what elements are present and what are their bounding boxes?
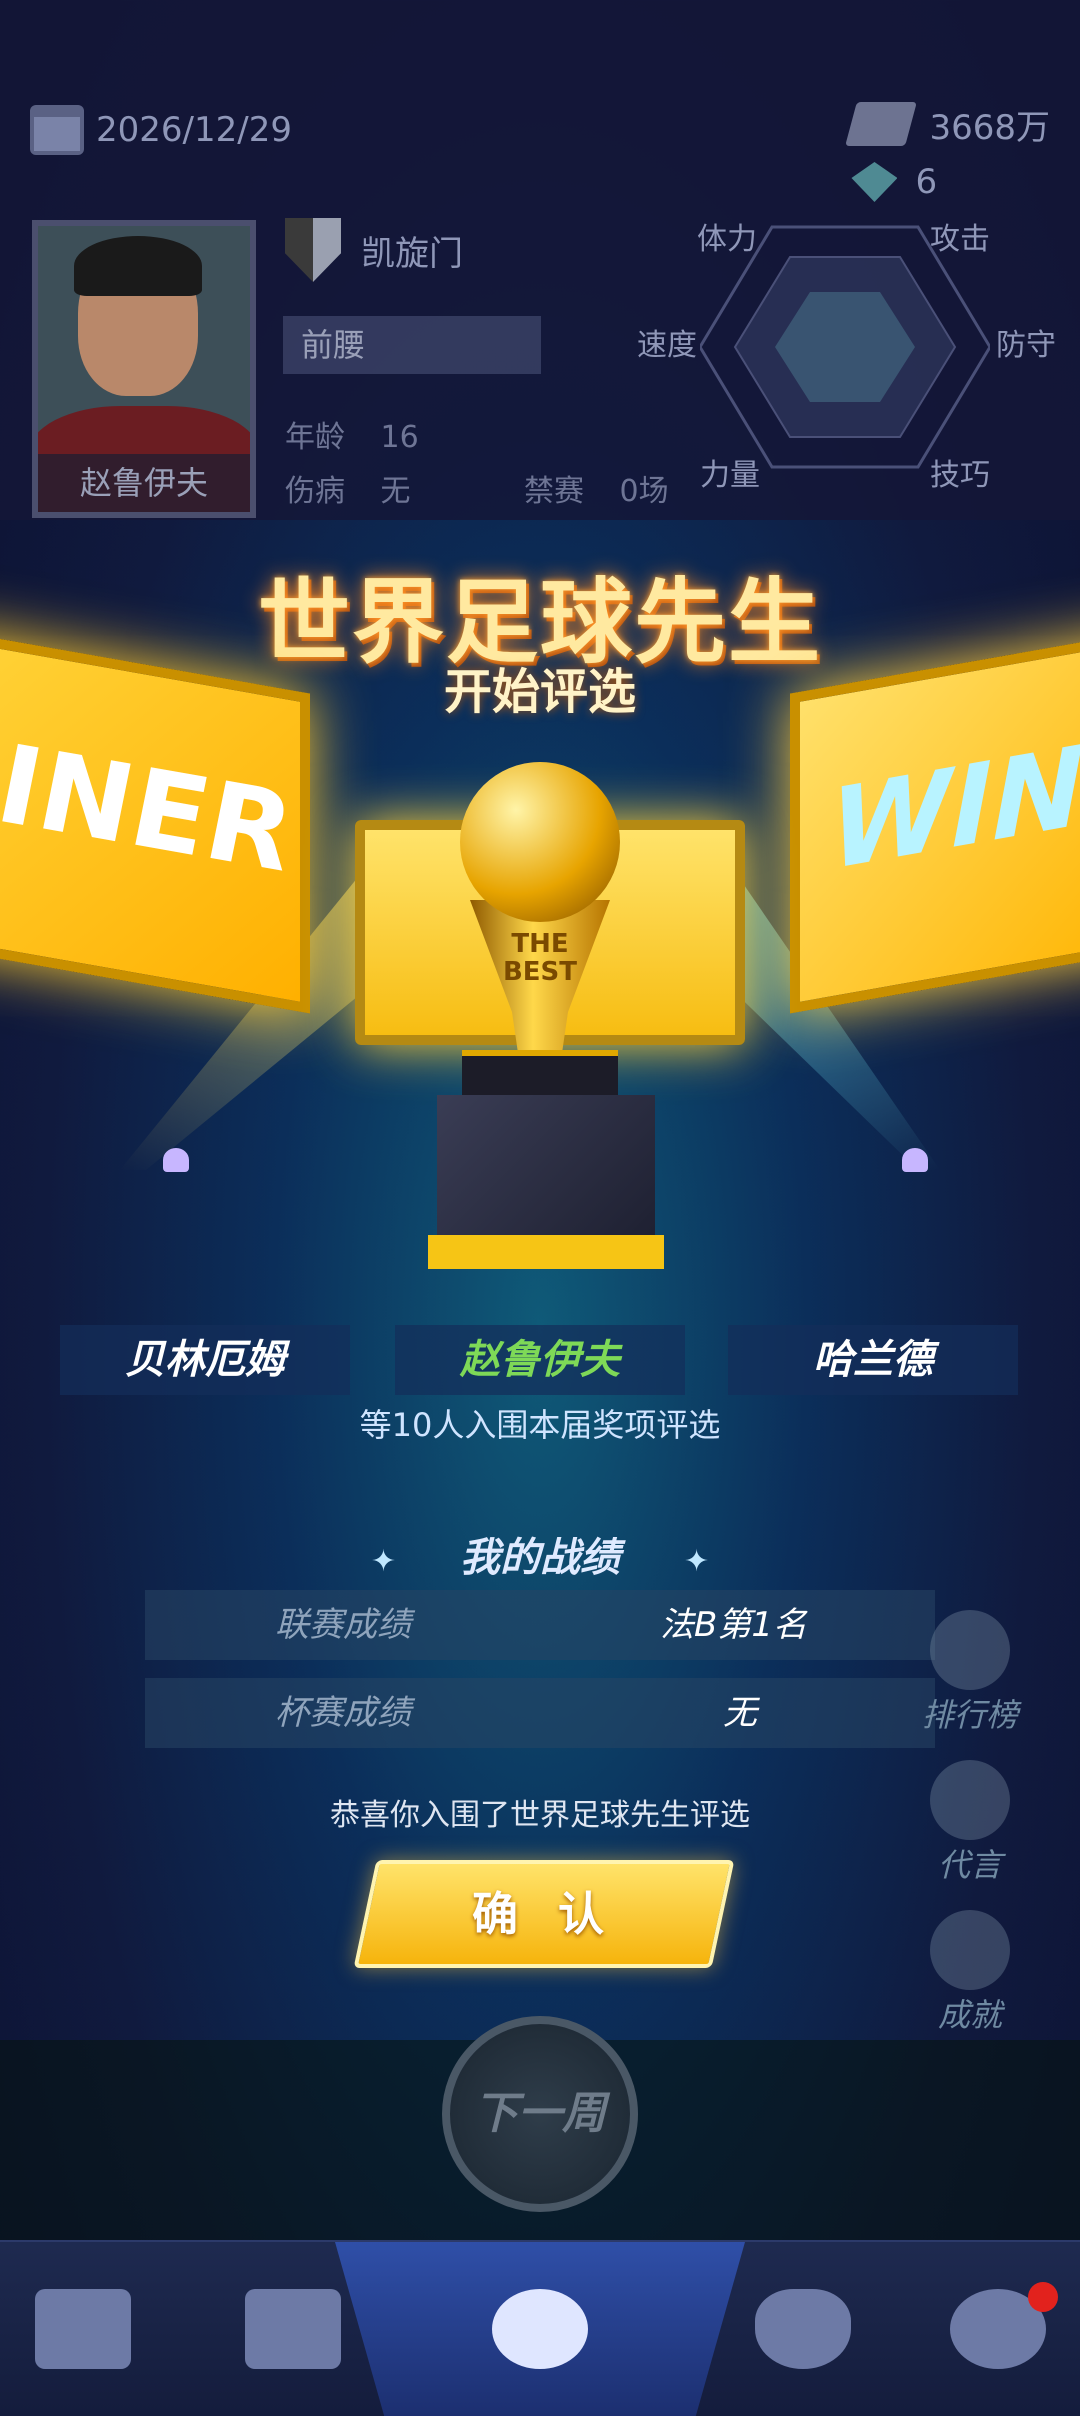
gem-icon	[851, 162, 898, 202]
record-section-title: ✦ 我的战绩 ✦	[0, 1525, 1080, 1583]
cup-value: 无	[723, 1693, 757, 1733]
players-icon	[34, 2289, 131, 2369]
stat-attack: 攻击	[930, 222, 990, 257]
notification-dot	[1028, 2282, 1058, 2312]
sparkle-icon: ✦	[370, 1544, 397, 1579]
club-crest-icon	[754, 2289, 851, 2369]
bottom-navbar	[0, 2240, 1080, 2416]
side-endorsement[interactable]: 代言	[900, 1760, 1040, 1886]
injury-value: 无	[380, 474, 411, 509]
player-name: 赵鲁伊夫	[38, 454, 250, 512]
next-week-button[interactable]: 下一周	[442, 2016, 638, 2212]
spotlight-lamp-right	[902, 1148, 928, 1172]
sparkle-icon: ✦	[683, 1544, 710, 1579]
stat-speed: 速度	[637, 328, 697, 363]
side-ranking-label: 排行榜	[921, 1696, 1018, 1734]
nominee-note: 等10人入围本届奖项评选	[359, 1406, 721, 1444]
spotlight-lamp-left	[163, 1148, 189, 1172]
winner-screen-left: INER	[0, 626, 310, 1014]
trophy-ball	[460, 762, 620, 922]
pedestal-gold-strip	[428, 1235, 664, 1269]
date-display: 2026/12/29	[30, 105, 292, 155]
age-label: 年龄	[285, 420, 345, 455]
side-ranking[interactable]: 排行榜	[900, 1610, 1040, 1736]
cash-icon	[845, 102, 918, 146]
stat-stamina: 体力	[697, 222, 757, 257]
nav-tab-play[interactable]	[335, 2242, 745, 2416]
pitch-icon	[244, 2289, 341, 2369]
currency-panel: 3668万 6	[845, 95, 1050, 211]
age-value: 16	[380, 420, 419, 455]
medal-icon	[930, 1910, 1010, 1990]
nominee-1: 贝林厄姆	[60, 1325, 350, 1395]
nav-tab-players[interactable]	[0, 2242, 165, 2416]
nav-tab-club[interactable]	[720, 2242, 885, 2416]
position-badge: 前腰	[283, 316, 541, 374]
injury-row: 伤病 无	[285, 466, 411, 510]
nominee-3: 哈兰德	[728, 1325, 1018, 1395]
calendar-icon	[30, 105, 84, 155]
league-label: 联赛成绩	[275, 1605, 411, 1645]
winner-text-left: INER	[0, 718, 293, 899]
cup-label: 杯赛成绩	[275, 1693, 411, 1733]
stat-skill: 技巧	[930, 458, 990, 493]
nav-tab-pitch[interactable]	[195, 2242, 390, 2416]
gem-value: 6	[915, 162, 938, 202]
record-row-league: 联赛成绩 法B第1名	[145, 1590, 935, 1660]
club-shield-icon	[285, 218, 341, 282]
jersey-icon	[930, 1760, 1010, 1840]
suspension-value: 0场	[619, 474, 669, 509]
winner-text-right: WINN	[830, 705, 1080, 895]
side-endorsement-label: 代言	[937, 1846, 1002, 1884]
stats-radar	[700, 225, 990, 469]
trophy-pedestal	[437, 1095, 655, 1255]
age-row: 年龄 16	[285, 412, 419, 456]
soccer-ball-icon	[492, 2289, 588, 2369]
trophy-icon	[930, 1610, 1010, 1690]
date-text: 2026/12/29	[96, 110, 292, 150]
nav-tab-trophy[interactable]	[915, 2242, 1080, 2416]
league-value: 法B第1名	[660, 1605, 807, 1645]
trophy-engraving: THE BEST	[502, 929, 578, 987]
side-achievements[interactable]: 成就	[900, 1910, 1040, 2036]
record-title-text: 我的战绩	[460, 1535, 620, 1581]
suspension-label: 禁赛	[524, 474, 584, 509]
record-row-cup: 杯赛成绩 无	[145, 1678, 935, 1748]
injury-label: 伤病	[285, 474, 345, 509]
suspension-row: 禁赛 0场	[524, 466, 669, 510]
nominee-2-self: 赵鲁伊夫	[395, 1325, 685, 1395]
club-name: 凯旋门	[361, 233, 463, 274]
club-info: 凯旋门	[285, 218, 463, 282]
side-achievements-label: 成就	[937, 1996, 1002, 2034]
confirm-button[interactable]: 确 认	[353, 1860, 735, 1968]
player-hair	[74, 236, 202, 296]
stat-power: 力量	[700, 458, 760, 493]
player-portrait[interactable]: 赵鲁伊夫	[32, 220, 256, 518]
confirm-label: 确 认	[471, 1887, 616, 1941]
money-value: 3668万	[929, 107, 1050, 148]
stat-defense: 防守	[996, 328, 1056, 363]
